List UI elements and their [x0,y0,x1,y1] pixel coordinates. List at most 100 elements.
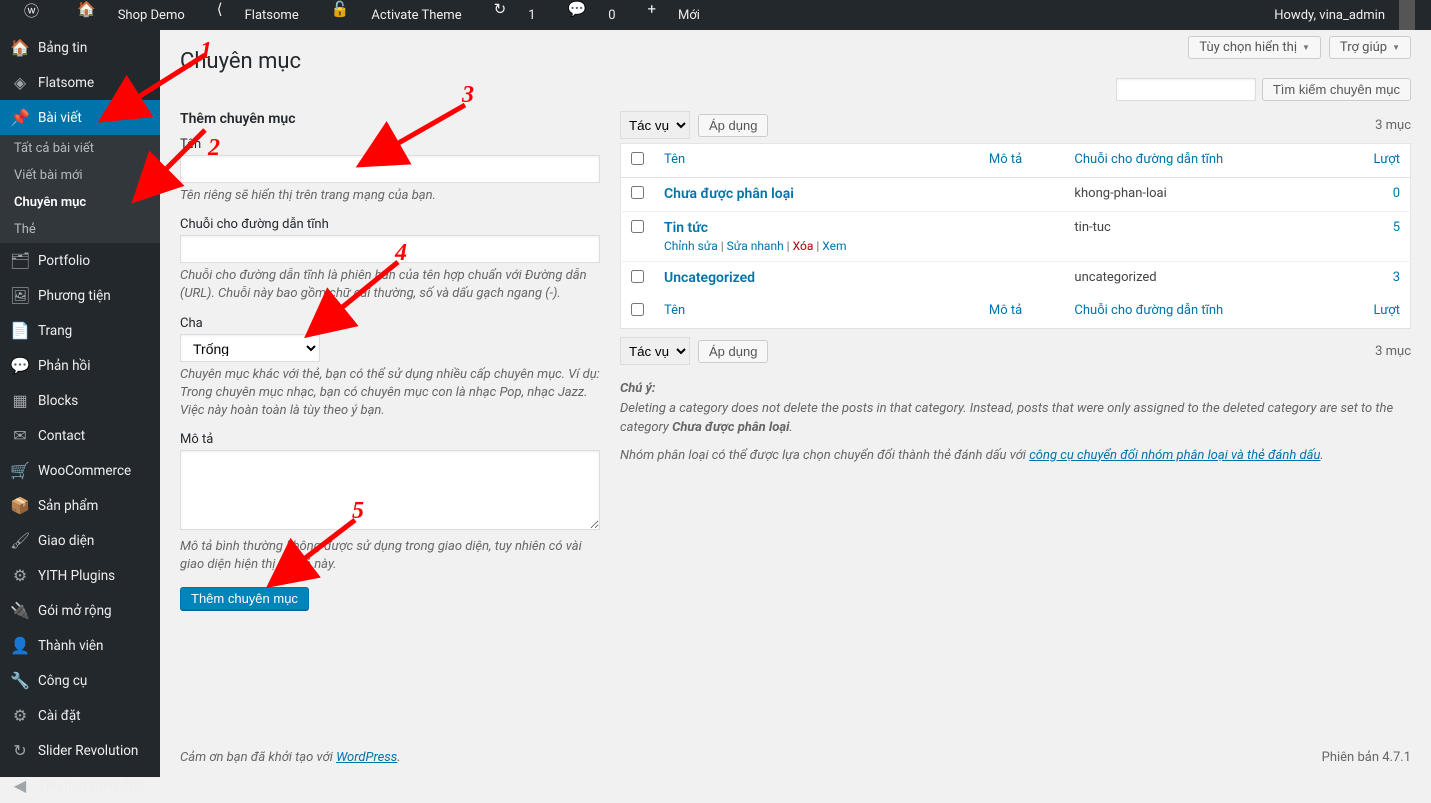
home-icon: 🏠 [69,0,104,30]
media-icon: 🖼 [10,286,30,305]
updates-link[interactable]: ↻1 [478,0,552,30]
comment-icon: 💬 [560,0,595,30]
wp-logo[interactable]: ⓦ [8,0,61,30]
col-slug-foot[interactable]: Chuỗi cho đường dẫn tĩnh [1074,303,1223,318]
refresh-icon: ↻ [486,0,515,30]
menu-label: Bài viết [38,110,82,126]
bulk-action-select-top[interactable]: Tác vụ [620,111,690,139]
screen-options-button[interactable]: Tùy chọn hiển thị [1188,36,1321,59]
sidebar-item-posts[interactable]: 📌 Bài viết [0,100,160,135]
sidebar-item-blocks[interactable]: ▦Blocks [0,383,160,418]
sidebar-item-tools[interactable]: 🔧Công cụ [0,663,160,698]
flatsome-icon: ◈ [10,73,30,92]
activate-theme-link[interactable]: 🔓Activate Theme [315,0,478,30]
help-button[interactable]: Trợ giúp [1329,36,1411,59]
converter-link[interactable]: công cụ chuyển đổi nhóm phân loại và thẻ… [1029,448,1320,463]
select-all-bottom[interactable] [631,303,644,316]
slug-cell: tin-tuc [1064,212,1335,262]
name-label: Tên [180,137,600,152]
sidebar-item-collapse[interactable]: ◀Thu gọn trình đơn [0,768,160,803]
edit-link[interactable]: Chỉnh sửa [664,239,718,253]
woo-icon: 🛒 [10,461,30,480]
bulk-action-select-bottom[interactable]: Tác vụ [620,337,690,365]
apply-button-bottom[interactable]: Áp dụng [698,340,768,363]
menu-label: Trang [38,323,72,339]
sidebar-item-settings[interactable]: ⚙Cài đặt [0,698,160,733]
name-input[interactable] [180,155,600,183]
category-search-input[interactable] [1116,78,1256,101]
view-link[interactable]: Xem [822,239,846,253]
theme-link[interactable]: ⟨Flatsome [201,0,315,30]
sidebar-item-portfolio[interactable]: 🗂Portfolio [0,243,160,278]
avatar-icon [1399,0,1415,30]
sidebar-item-pages[interactable]: 📄 Trang [0,313,160,348]
subitem-new-post[interactable]: Viết bài mới [0,162,160,189]
sidebar-item-users[interactable]: 👤Thành viên [0,628,160,663]
col-name[interactable]: Tên [664,152,685,167]
sidebar-item-yith[interactable]: ⚙YITH Plugins [0,558,160,593]
menu-label: YITH Plugins [38,568,115,584]
main-content: Tùy chọn hiển thị Trợ giúp Chuyên mục Tì… [160,30,1431,777]
howdy-link[interactable]: Howdy, vina_admin [1258,0,1423,30]
col-count-foot[interactable]: Lượt [1374,303,1400,318]
pin-icon: 📌 [10,108,30,127]
sidebar-item-media[interactable]: 🖼Phương tiện [0,278,160,313]
apply-button-top[interactable]: Áp dụng [698,114,768,137]
sidebar-item-contact[interactable]: ✉Contact [0,418,160,453]
comments-link[interactable]: 💬0 [552,0,632,30]
form-title: Thêm chuyên mục [180,111,600,127]
site-link[interactable]: 🏠Shop Demo [61,0,201,30]
category-name-link[interactable]: Tin tức [664,220,708,236]
menu-label: Cài đặt [38,708,81,724]
col-slug[interactable]: Chuỗi cho đường dẫn tĩnh [1074,152,1223,167]
note-heading: Chú ý: [620,381,656,396]
row-checkbox[interactable] [631,270,644,283]
count-link[interactable]: 0 [1393,186,1400,201]
subitem-tags[interactable]: Thẻ [0,216,160,243]
row-checkbox[interactable] [631,186,644,199]
sidebar-item-plugins[interactable]: 🔌Gói mở rộng [0,593,160,628]
menu-label: Thu gọn trình đơn [38,778,144,794]
sidebar-item-slider[interactable]: ↻Slider Revolution [0,733,160,768]
new-link[interactable]: +Mới [632,0,716,30]
comments-icon: 💬 [10,356,30,375]
col-name-foot[interactable]: Tên [664,303,685,318]
delete-note: Chú ý: Deleting a category does not dele… [620,379,1411,465]
search-button[interactable]: Tìm kiếm chuyên mục [1262,78,1411,101]
col-desc-foot[interactable]: Mô tả [989,303,1022,318]
category-name-link[interactable]: Uncategorized [664,270,755,286]
note-text-2: Nhóm phân loại có thể được lựa chọn chuy… [620,448,1029,463]
count-link[interactable]: 5 [1393,220,1400,235]
delete-link[interactable]: Xóa [793,239,814,253]
menu-label: Flatsome [38,75,94,91]
select-all-top[interactable] [631,152,644,165]
parent-select[interactable]: Trống [180,334,320,362]
sidebar-item-woocommerce[interactable]: 🛒WooCommerce [0,453,160,488]
dashboard-icon: 🏠 [10,38,30,57]
row-checkbox[interactable] [631,220,644,233]
wordpress-link[interactable]: WordPress [336,750,397,765]
col-desc[interactable]: Mô tả [989,152,1022,167]
categories-list-section: Tác vụ Áp dụng 3 mục Tên Mô tả Chuỗi cho… [620,111,1411,610]
sidebar-item-products[interactable]: 📦Sản phẩm [0,488,160,523]
desc-cell [979,178,1065,212]
desc-textarea[interactable] [180,450,600,530]
subitem-categories[interactable]: Chuyên mục [0,189,160,216]
row-actions: Chỉnh sửa | Sửa nhanh | Xóa | Xem [664,239,969,253]
pages-icon: 📄 [10,321,30,340]
name-help: Tên riêng sẽ hiển thị trên trang mạng củ… [180,187,600,205]
quick-edit-link[interactable]: Sửa nhanh [727,239,784,253]
sidebar-item-dashboard[interactable]: 🏠Bảng tin [0,30,160,65]
count-link[interactable]: 3 [1393,270,1400,285]
slug-input[interactable] [180,235,600,263]
subitem-all-posts[interactable]: Tất cả bài viết [0,135,160,162]
sidebar-item-flatsome[interactable]: ◈ Flatsome [0,65,160,100]
menu-label: Phản hồi [38,358,91,374]
category-name-link[interactable]: Chưa được phân loại [664,186,794,202]
sidebar-item-comments[interactable]: 💬 Phản hồi [0,348,160,383]
col-count[interactable]: Lượt [1374,152,1400,167]
product-icon: 📦 [10,496,30,515]
submit-button[interactable]: Thêm chuyên mục [180,587,309,610]
sidebar-item-appearance[interactable]: 🖌Giao diện [0,523,160,558]
table-row: Uncategorized uncategorized 3 [621,262,1411,296]
